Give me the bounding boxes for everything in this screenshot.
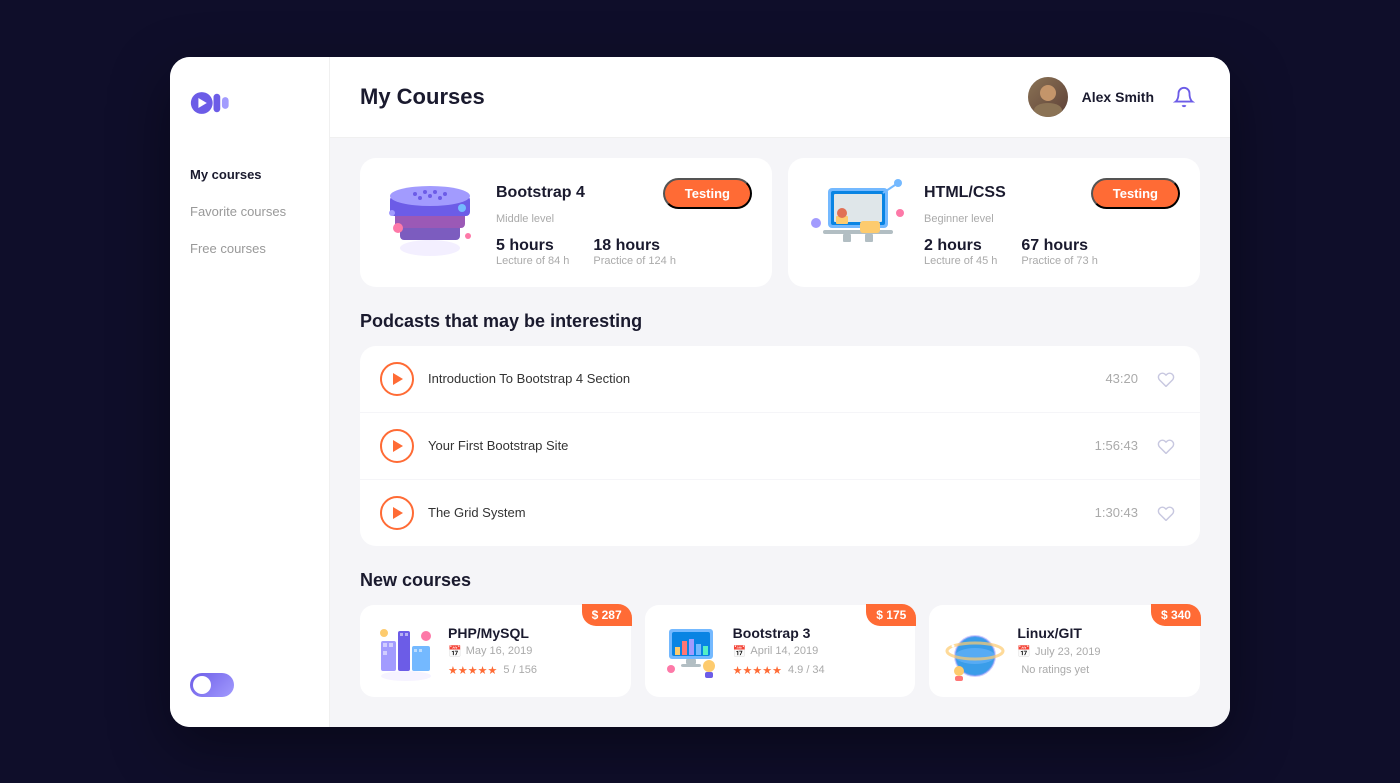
podcast-name-0: Introduction To Bootstrap 4 Section — [428, 371, 1091, 386]
course-image-htmlcss — [808, 178, 908, 263]
theme-toggle-container — [190, 653, 309, 697]
stat-practice-bootstrap4: 18 hours Practice of 124 h — [593, 237, 676, 267]
price-badge-linux: $ 340 — [1151, 604, 1201, 626]
new-course-title-bootstrap3: Bootstrap 3 — [733, 625, 825, 641]
new-courses-section-title: New courses — [360, 570, 1200, 591]
calendar-icon-php: 📅 — [448, 645, 462, 658]
stat-practice-label-htmlcss: Practice of 73 h — [1021, 255, 1097, 267]
play-button-2[interactable] — [380, 496, 414, 530]
course-title-htmlcss: HTML/CSS — [924, 184, 1006, 202]
new-course-info-bootstrap3: Bootstrap 3 📅 April 14, 2019 ★★★★★ 4.9 /… — [733, 625, 825, 677]
new-course-image-bootstrap3 — [661, 621, 721, 681]
sidebar-item-favorite-courses[interactable]: Favorite courses — [190, 196, 309, 227]
new-course-info-linux: Linux/GIT 📅 July 23, 2019 No ratings yet — [1017, 625, 1100, 676]
stat-practice-number-htmlcss: 67 hours — [1021, 237, 1097, 255]
new-course-title-php: PHP/MySQL — [448, 625, 537, 641]
new-course-card-linux: Linux/GIT 📅 July 23, 2019 No ratings yet… — [929, 605, 1200, 697]
course-image-bootstrap4 — [380, 178, 480, 263]
podcast-item-2[interactable]: The Grid System 1:30:43 — [360, 480, 1200, 546]
podcast-duration-2: 1:30:43 — [1095, 505, 1138, 520]
stat-practice-number-bootstrap4: 18 hours — [593, 237, 676, 255]
course-header-htmlcss: HTML/CSS Testing — [924, 178, 1180, 209]
course-card-bootstrap4: Bootstrap 4 Testing Middle level 5 hours… — [360, 158, 772, 287]
new-course-image-linux — [945, 621, 1005, 681]
course-stats-htmlcss: 2 hours Lecture of 45 h 67 hours Practic… — [924, 237, 1180, 267]
course-header-bootstrap4: Bootstrap 4 Testing — [496, 178, 752, 209]
new-course-date-bootstrap3: 📅 April 14, 2019 — [733, 645, 825, 658]
course-stats-bootstrap4: 5 hours Lecture of 84 h 18 hours Practic… — [496, 237, 752, 267]
app-container: My courses Favorite courses Free courses… — [170, 57, 1230, 727]
podcast-name-2: The Grid System — [428, 505, 1081, 520]
header-right: Alex Smith — [1028, 77, 1200, 117]
stat-practice-htmlcss: 67 hours Practice of 73 h — [1021, 237, 1097, 267]
favorite-icon-2[interactable] — [1152, 499, 1180, 527]
rating-linux: No ratings yet — [1021, 664, 1089, 676]
new-courses-grid: PHP/MySQL 📅 May 16, 2019 ★★★★★ 5 / 156 $… — [360, 605, 1200, 697]
rating-php: 5 / 156 — [503, 664, 537, 676]
stat-lecture-number-bootstrap4: 5 hours — [496, 237, 569, 255]
play-button-1[interactable] — [380, 429, 414, 463]
theme-toggle[interactable] — [190, 673, 234, 697]
sidebar: My courses Favorite courses Free courses — [170, 57, 330, 727]
price-badge-bootstrap3: $ 175 — [866, 604, 916, 626]
calendar-icon-bootstrap3: 📅 — [733, 645, 747, 658]
new-course-card-bootstrap3: Bootstrap 3 📅 April 14, 2019 ★★★★★ 4.9 /… — [645, 605, 916, 697]
play-icon-2 — [393, 507, 403, 519]
rating-bootstrap3: 4.9 / 34 — [788, 664, 825, 676]
page-title: My Courses — [360, 84, 485, 110]
new-course-title-linux: Linux/GIT — [1017, 625, 1100, 641]
stars-php: ★★★★★ 5 / 156 — [448, 664, 537, 677]
course-title-bootstrap4: Bootstrap 4 — [496, 184, 585, 202]
play-button-0[interactable] — [380, 362, 414, 396]
course-card-htmlcss: HTML/CSS Testing Beginner level 2 hours … — [788, 158, 1200, 287]
stat-lecture-htmlcss: 2 hours Lecture of 45 h — [924, 237, 997, 267]
sidebar-item-free-courses[interactable]: Free courses — [190, 233, 309, 264]
notification-bell-icon[interactable] — [1168, 81, 1200, 113]
podcast-name-1: Your First Bootstrap Site — [428, 438, 1081, 453]
course-info-htmlcss: HTML/CSS Testing Beginner level 2 hours … — [924, 178, 1180, 267]
calendar-icon-linux: 📅 — [1017, 645, 1031, 658]
content-area: Bootstrap 4 Testing Middle level 5 hours… — [330, 138, 1230, 717]
user-name: Alex Smith — [1082, 89, 1154, 105]
stars-linux: No ratings yet — [1017, 664, 1100, 676]
course-info-bootstrap4: Bootstrap 4 Testing Middle level 5 hours… — [496, 178, 752, 267]
new-course-info-php: PHP/MySQL 📅 May 16, 2019 ★★★★★ 5 / 156 — [448, 625, 537, 677]
avatar-image — [1028, 77, 1068, 117]
stat-lecture-label-htmlcss: Lecture of 45 h — [924, 255, 997, 267]
course-level-htmlcss: Beginner level — [924, 213, 1180, 225]
podcasts-section-title: Podcasts that may be interesting — [360, 311, 1200, 332]
header: My Courses Alex Smith — [330, 57, 1230, 138]
favorite-icon-1[interactable] — [1152, 432, 1180, 460]
testing-badge-bootstrap4[interactable]: Testing — [663, 178, 752, 209]
podcast-item-0[interactable]: Introduction To Bootstrap 4 Section 43:2… — [360, 346, 1200, 413]
course-level-bootstrap4: Middle level — [496, 213, 752, 225]
avatar — [1028, 77, 1068, 117]
sidebar-item-my-courses[interactable]: My courses — [190, 159, 309, 190]
sidebar-nav: My courses Favorite courses Free courses — [190, 159, 309, 270]
main-content: My Courses Alex Smith — [330, 57, 1230, 727]
podcast-duration-1: 1:56:43 — [1095, 438, 1138, 453]
podcast-list: Introduction To Bootstrap 4 Section 43:2… — [360, 346, 1200, 546]
stat-lecture-label-bootstrap4: Lecture of 84 h — [496, 255, 569, 267]
new-course-image-php — [376, 621, 436, 681]
new-course-date-php: 📅 May 16, 2019 — [448, 645, 537, 658]
favorite-icon-0[interactable] — [1152, 365, 1180, 393]
stat-lecture-number-htmlcss: 2 hours — [924, 237, 997, 255]
logo — [190, 87, 309, 119]
testing-badge-htmlcss[interactable]: Testing — [1091, 178, 1180, 209]
podcast-duration-0: 43:20 — [1105, 371, 1138, 386]
play-icon-1 — [393, 440, 403, 452]
stars-bootstrap3: ★★★★★ 4.9 / 34 — [733, 664, 825, 677]
price-badge-php: $ 287 — [582, 604, 632, 626]
stat-lecture-bootstrap4: 5 hours Lecture of 84 h — [496, 237, 569, 267]
podcast-item-1[interactable]: Your First Bootstrap Site 1:56:43 — [360, 413, 1200, 480]
new-course-date-linux: 📅 July 23, 2019 — [1017, 645, 1100, 658]
new-course-card-php: PHP/MySQL 📅 May 16, 2019 ★★★★★ 5 / 156 $… — [360, 605, 631, 697]
my-courses-grid: Bootstrap 4 Testing Middle level 5 hours… — [360, 158, 1200, 287]
stat-practice-label-bootstrap4: Practice of 124 h — [593, 255, 676, 267]
play-icon-0 — [393, 373, 403, 385]
